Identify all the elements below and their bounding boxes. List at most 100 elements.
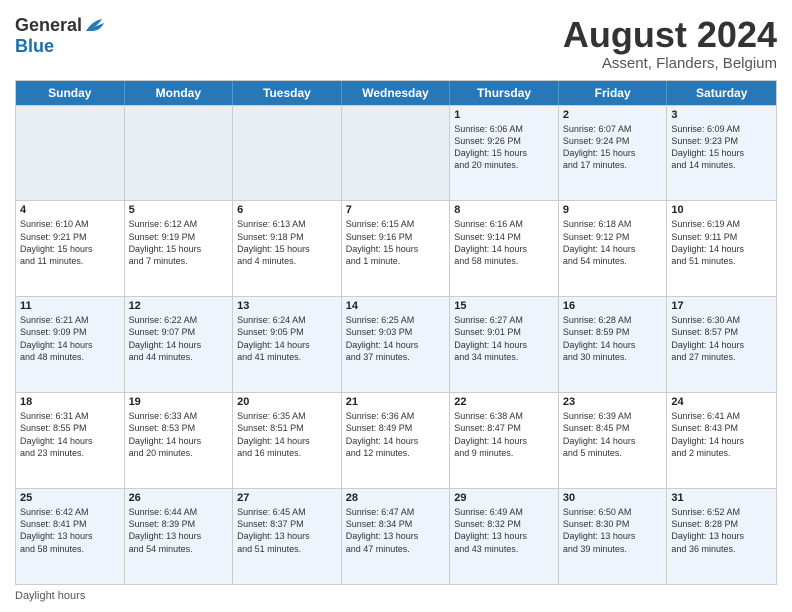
day-info: Sunrise: 6:28 AM Sunset: 8:59 PM Dayligh…	[563, 314, 663, 363]
cal-cell-21: 21 Sunrise: 6:36 AM Sunset: 8:49 PM Dayli…	[342, 393, 451, 488]
day-info: Sunrise: 6:41 AM Sunset: 8:43 PM Dayligh…	[671, 410, 772, 459]
cal-header-monday: Monday	[125, 81, 234, 105]
day-info: Sunrise: 6:21 AM Sunset: 9:09 PM Dayligh…	[20, 314, 120, 363]
day-number: 11	[20, 300, 120, 312]
cal-cell-11: 11 Sunrise: 6:21 AM Sunset: 9:09 PM Dayli…	[16, 297, 125, 392]
day-info: Sunrise: 6:50 AM Sunset: 8:30 PM Dayligh…	[563, 506, 663, 555]
day-info: Sunrise: 6:13 AM Sunset: 9:18 PM Dayligh…	[237, 218, 337, 267]
cal-cell-27: 27 Sunrise: 6:45 AM Sunset: 8:37 PM Dayli…	[233, 489, 342, 584]
cal-cell-8: 8Sunrise: 6:16 AM Sunset: 9:14 PM Daylig…	[450, 201, 559, 296]
logo-text: General	[15, 15, 106, 36]
subtitle: Assent, Flanders, Belgium	[563, 55, 777, 72]
main-title: August 2024	[563, 15, 777, 55]
day-number: 10	[671, 204, 772, 216]
cal-cell-empty-0-1	[125, 106, 234, 201]
day-number: 14	[346, 300, 446, 312]
day-number: 18	[20, 396, 120, 408]
cal-cell-24: 24 Sunrise: 6:41 AM Sunset: 8:43 PM Dayli…	[667, 393, 776, 488]
day-number: 3	[671, 109, 772, 121]
day-number: 4	[20, 204, 120, 216]
cal-cell-4: 4 Sunrise: 6:10 AM Sunset: 9:21 PM Daylig…	[16, 201, 125, 296]
cal-header-friday: Friday	[559, 81, 668, 105]
footer-note: Daylight hours	[15, 590, 777, 602]
day-number: 22	[454, 396, 554, 408]
cal-row-3: 18 Sunrise: 6:31 AM Sunset: 8:55 PM Dayli…	[16, 392, 776, 488]
day-number: 7	[346, 204, 446, 216]
cal-cell-23: 23 Sunrise: 6:39 AM Sunset: 8:45 PM Dayli…	[559, 393, 668, 488]
day-number: 12	[129, 300, 229, 312]
day-number: 28	[346, 492, 446, 504]
cal-cell-5: 5Sunrise: 6:12 AM Sunset: 9:19 PM Daylig…	[125, 201, 234, 296]
cal-row-4: 25Sunrise: 6:42 AM Sunset: 8:41 PM Dayli…	[16, 488, 776, 584]
day-number: 29	[454, 492, 554, 504]
calendar-body: 1Sunrise: 6:06 AM Sunset: 9:26 PM Daylig…	[16, 105, 776, 584]
day-number: 20	[237, 396, 337, 408]
cal-cell-26: 26Sunrise: 6:44 AM Sunset: 8:39 PM Dayli…	[125, 489, 234, 584]
cal-cell-2: 2Sunrise: 6:07 AM Sunset: 9:24 PM Daylig…	[559, 106, 668, 201]
day-info: Sunrise: 6:24 AM Sunset: 9:05 PM Dayligh…	[237, 314, 337, 363]
day-info: Sunrise: 6:35 AM Sunset: 8:51 PM Dayligh…	[237, 410, 337, 459]
cal-cell-1: 1Sunrise: 6:06 AM Sunset: 9:26 PM Daylig…	[450, 106, 559, 201]
cal-cell-17: 17Sunrise: 6:30 AM Sunset: 8:57 PM Dayli…	[667, 297, 776, 392]
cal-cell-29: 29 Sunrise: 6:49 AM Sunset: 8:32 PM Dayli…	[450, 489, 559, 584]
cal-cell-empty-0-0	[16, 106, 125, 201]
cal-cell-22: 22 Sunrise: 6:38 AM Sunset: 8:47 PM Dayli…	[450, 393, 559, 488]
calendar: SundayMondayTuesdayWednesdayThursdayFrid…	[15, 80, 777, 585]
header: General Blue August 2024 Assent, Flander…	[15, 15, 777, 72]
day-info: Sunrise: 6:45 AM Sunset: 8:37 PM Dayligh…	[237, 506, 337, 555]
day-number: 23	[563, 396, 663, 408]
cal-row-0: 1Sunrise: 6:06 AM Sunset: 9:26 PM Daylig…	[16, 105, 776, 201]
day-info: Sunrise: 6:44 AM Sunset: 8:39 PM Dayligh…	[129, 506, 229, 555]
day-info: Sunrise: 6:10 AM Sunset: 9:21 PM Dayligh…	[20, 218, 120, 267]
day-info: Sunrise: 6:47 AM Sunset: 8:34 PM Dayligh…	[346, 506, 446, 555]
cal-header-sunday: Sunday	[16, 81, 125, 105]
cal-cell-6: 6 Sunrise: 6:13 AM Sunset: 9:18 PM Daylig…	[233, 201, 342, 296]
day-info: Sunrise: 6:27 AM Sunset: 9:01 PM Dayligh…	[454, 314, 554, 363]
day-info: Sunrise: 6:39 AM Sunset: 8:45 PM Dayligh…	[563, 410, 663, 459]
cal-cell-20: 20 Sunrise: 6:35 AM Sunset: 8:51 PM Dayli…	[233, 393, 342, 488]
cal-header-thursday: Thursday	[450, 81, 559, 105]
cal-cell-14: 14Sunrise: 6:25 AM Sunset: 9:03 PM Dayli…	[342, 297, 451, 392]
day-info: Sunrise: 6:07 AM Sunset: 9:24 PM Dayligh…	[563, 123, 663, 172]
cal-cell-12: 12 Sunrise: 6:22 AM Sunset: 9:07 PM Dayli…	[125, 297, 234, 392]
logo-bird-icon	[84, 17, 106, 35]
day-number: 31	[671, 492, 772, 504]
cal-row-1: 4 Sunrise: 6:10 AM Sunset: 9:21 PM Daylig…	[16, 200, 776, 296]
cal-cell-31: 31 Sunrise: 6:52 AM Sunset: 8:28 PM Dayli…	[667, 489, 776, 584]
cal-cell-9: 9Sunrise: 6:18 AM Sunset: 9:12 PM Daylig…	[559, 201, 668, 296]
day-number: 21	[346, 396, 446, 408]
cal-cell-3: 3 Sunrise: 6:09 AM Sunset: 9:23 PM Daylig…	[667, 106, 776, 201]
day-number: 15	[454, 300, 554, 312]
day-number: 17	[671, 300, 772, 312]
calendar-header-row: SundayMondayTuesdayWednesdayThursdayFrid…	[16, 81, 776, 105]
day-info: Sunrise: 6:42 AM Sunset: 8:41 PM Dayligh…	[20, 506, 120, 555]
day-info: Sunrise: 6:52 AM Sunset: 8:28 PM Dayligh…	[671, 506, 772, 555]
day-info: Sunrise: 6:36 AM Sunset: 8:49 PM Dayligh…	[346, 410, 446, 459]
day-number: 5	[129, 204, 229, 216]
day-info: Sunrise: 6:38 AM Sunset: 8:47 PM Dayligh…	[454, 410, 554, 459]
day-number: 24	[671, 396, 772, 408]
day-number: 13	[237, 300, 337, 312]
day-info: Sunrise: 6:49 AM Sunset: 8:32 PM Dayligh…	[454, 506, 554, 555]
day-number: 9	[563, 204, 663, 216]
day-info: Sunrise: 6:31 AM Sunset: 8:55 PM Dayligh…	[20, 410, 120, 459]
day-number: 1	[454, 109, 554, 121]
cal-cell-18: 18 Sunrise: 6:31 AM Sunset: 8:55 PM Dayli…	[16, 393, 125, 488]
cal-cell-19: 19Sunrise: 6:33 AM Sunset: 8:53 PM Dayli…	[125, 393, 234, 488]
day-number: 6	[237, 204, 337, 216]
day-info: Sunrise: 6:16 AM Sunset: 9:14 PM Dayligh…	[454, 218, 554, 267]
page: General Blue August 2024 Assent, Flander…	[0, 0, 792, 612]
cal-cell-28: 28 Sunrise: 6:47 AM Sunset: 8:34 PM Dayli…	[342, 489, 451, 584]
day-number: 16	[563, 300, 663, 312]
cal-header-wednesday: Wednesday	[342, 81, 451, 105]
day-info: Sunrise: 6:09 AM Sunset: 9:23 PM Dayligh…	[671, 123, 772, 172]
cal-cell-30: 30Sunrise: 6:50 AM Sunset: 8:30 PM Dayli…	[559, 489, 668, 584]
cal-cell-15: 15 Sunrise: 6:27 AM Sunset: 9:01 PM Dayli…	[450, 297, 559, 392]
day-number: 27	[237, 492, 337, 504]
cal-cell-16: 16 Sunrise: 6:28 AM Sunset: 8:59 PM Dayli…	[559, 297, 668, 392]
cal-row-2: 11 Sunrise: 6:21 AM Sunset: 9:09 PM Dayli…	[16, 296, 776, 392]
cal-cell-13: 13 Sunrise: 6:24 AM Sunset: 9:05 PM Dayli…	[233, 297, 342, 392]
day-info: Sunrise: 6:22 AM Sunset: 9:07 PM Dayligh…	[129, 314, 229, 363]
cal-header-tuesday: Tuesday	[233, 81, 342, 105]
day-info: Sunrise: 6:19 AM Sunset: 9:11 PM Dayligh…	[671, 218, 772, 267]
